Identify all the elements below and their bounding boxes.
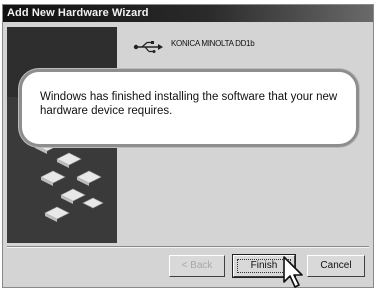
button-separator (7, 246, 369, 248)
completion-message: Windows has finished installing the soft… (40, 91, 338, 117)
usb-icon (133, 40, 163, 58)
device-name: KONICA MINOLTA DD1b (171, 39, 255, 48)
back-button[interactable]: < Back (169, 255, 225, 277)
title-bar[interactable]: Add New Hardware Wizard (3, 5, 373, 22)
message-callout: Windows has finished installing the soft… (19, 69, 359, 147)
wizard-dialog: Add New Hardware Wizard KONICA MINOLTA D… (2, 4, 374, 288)
window-title: Add New Hardware Wizard (7, 7, 149, 19)
cancel-button[interactable]: Cancel (307, 255, 365, 277)
mouse-cursor-icon (283, 256, 305, 295)
